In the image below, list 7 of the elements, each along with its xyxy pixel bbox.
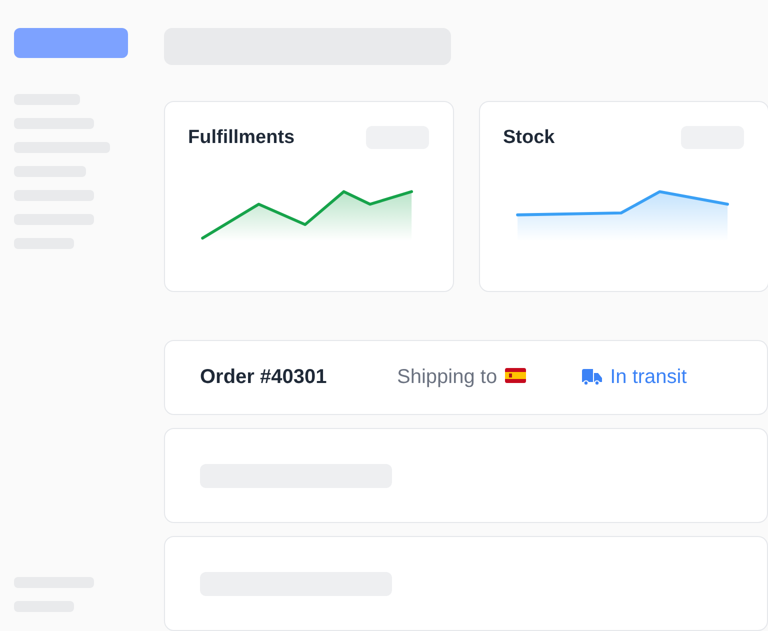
- truck-icon: [582, 369, 602, 386]
- card-title: Stock: [503, 126, 555, 149]
- status-label: In transit: [610, 366, 687, 390]
- shipping-label: Shipping to: [397, 366, 498, 390]
- card-title: Fulfillments: [188, 126, 295, 149]
- flag-icon: [505, 368, 526, 384]
- order-number: Order #40301: [200, 366, 328, 390]
